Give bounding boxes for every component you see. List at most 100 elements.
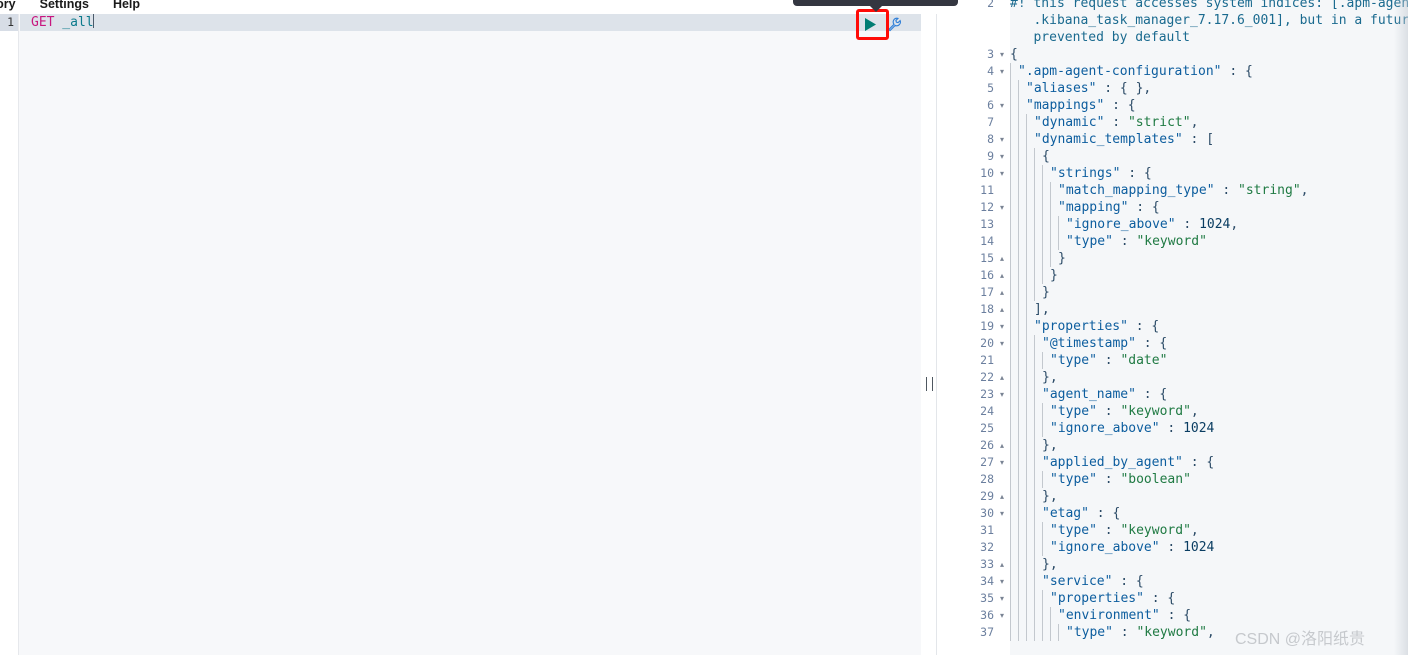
fold-open-icon[interactable]: ▾ <box>994 505 1010 522</box>
response-code-line: 28 "type" : "boolean" <box>937 471 1408 488</box>
response-code-text: }, <box>1010 437 1408 454</box>
fold-close-icon[interactable]: ▴ <box>994 488 1010 505</box>
response-pane[interactable]: 2 #! this request accesses system indices… <box>937 0 1408 655</box>
fold-close-icon[interactable]: ▴ <box>994 250 1010 267</box>
fold-open-icon[interactable]: ▾ <box>994 590 1010 607</box>
response-code-text: "type" : "date" <box>1010 352 1408 369</box>
indent-guide <box>1010 573 1018 590</box>
response-code-line: 29 ▴}, <box>937 488 1408 505</box>
fold-close-icon[interactable]: ▴ <box>994 437 1010 454</box>
response-code-text: ".apm-agent-configuration" : { <box>1010 63 1408 80</box>
fold-close-icon[interactable]: ▴ <box>994 556 1010 573</box>
fold-open-icon[interactable]: ▾ <box>994 199 1010 216</box>
response-code-line: 2 #! this request accesses system indices… <box>937 0 1408 12</box>
http-method-token: GET <box>31 15 55 30</box>
response-code-line: 11 "match_mapping_type" : "string", <box>937 182 1408 199</box>
fold-open-icon[interactable]: ▾ <box>994 148 1010 165</box>
fold-open-icon[interactable]: ▾ <box>994 46 1010 63</box>
response-line-number <box>937 29 994 46</box>
response-code-line: 6 ▾ "mappings" : { <box>937 97 1408 114</box>
indent-guide <box>1018 216 1026 233</box>
indent-guide <box>1018 131 1026 148</box>
panel-resize-handle[interactable] <box>926 377 933 391</box>
indent-guide <box>1018 573 1026 590</box>
fold-open-icon[interactable]: ▾ <box>994 318 1010 335</box>
fold-placeholder <box>994 0 1010 12</box>
fold-close-icon[interactable]: ▴ <box>994 284 1010 301</box>
fold-open-icon[interactable]: ▾ <box>994 165 1010 182</box>
indent-guide <box>1026 539 1034 556</box>
indent-guide <box>1018 182 1026 199</box>
fold-open-icon[interactable]: ▾ <box>994 97 1010 114</box>
fold-open-icon[interactable]: ▾ <box>994 573 1010 590</box>
response-code-text: .kibana_task_manager_7.17.6_001], but in… <box>1010 12 1408 29</box>
response-code-line: prevented by default <box>937 29 1408 46</box>
indent-guide <box>1018 301 1026 318</box>
fold-close-icon[interactable]: ▴ <box>994 369 1010 386</box>
indent-guide <box>1050 199 1058 216</box>
response-code-text: "type" : "keyword" <box>1010 233 1408 250</box>
panel-divider[interactable] <box>921 14 937 655</box>
fold-placeholder <box>994 12 1010 29</box>
indent-guide <box>1042 624 1050 641</box>
fold-open-icon[interactable]: ▾ <box>994 454 1010 471</box>
indent-guide <box>1026 250 1034 267</box>
indent-guide <box>1034 233 1042 250</box>
fold-open-icon[interactable]: ▾ <box>994 335 1010 352</box>
fold-placeholder <box>994 216 1010 233</box>
response-code-text: "service" : { <box>1010 573 1408 590</box>
response-code-text: }, <box>1010 488 1408 505</box>
indent-guide <box>1010 284 1018 301</box>
response-line-number: 37 <box>937 624 994 641</box>
fold-close-icon[interactable]: ▴ <box>994 301 1010 318</box>
fold-placeholder <box>994 114 1010 131</box>
indent-guide <box>1010 471 1018 488</box>
indent-guide <box>1026 420 1034 437</box>
menu-item-settings[interactable]: Settings <box>28 0 101 14</box>
fold-open-icon[interactable]: ▾ <box>994 63 1010 80</box>
indent-guide <box>1018 284 1026 301</box>
menu-item-help[interactable]: Help <box>101 0 152 14</box>
editor-actions <box>862 16 902 33</box>
wrench-icon[interactable] <box>886 16 902 33</box>
response-code-line: 27 ▾ "applied_by_agent" : { <box>937 454 1408 471</box>
response-code-text: }, <box>1010 369 1408 386</box>
response-code-line: 30 ▾ "etag" : { <box>937 505 1408 522</box>
response-code-text: "agent_name" : { <box>1010 386 1408 403</box>
indent-guide <box>1010 437 1018 454</box>
response-code-text: } <box>1010 284 1408 301</box>
indent-guide <box>1026 352 1034 369</box>
response-line-number: 30 <box>937 505 994 522</box>
indent-guide <box>1042 267 1050 284</box>
response-code-line: 7 "dynamic" : "strict", <box>937 114 1408 131</box>
fold-close-icon[interactable]: ▴ <box>994 267 1010 284</box>
indent-guide <box>1018 335 1026 352</box>
indent-guide <box>1018 233 1026 250</box>
response-code-text: #! this request accesses system indices:… <box>1010 0 1408 12</box>
response-code-line: 19 ▾ "properties" : { <box>937 318 1408 335</box>
indent-guide <box>1050 250 1058 267</box>
indent-guide <box>1042 539 1050 556</box>
indent-guide <box>1042 165 1050 182</box>
indent-guide <box>1050 182 1058 199</box>
response-code-line: 14 "type" : "keyword" <box>937 233 1408 250</box>
send-request-button[interactable] <box>862 16 879 33</box>
response-code-line: 13 "ignore_above" : 1024, <box>937 216 1408 233</box>
response-line-number: 3 <box>937 46 994 63</box>
fold-open-icon[interactable]: ▾ <box>994 607 1010 624</box>
fold-open-icon[interactable]: ▾ <box>994 131 1010 148</box>
request-editor-code[interactable]: GET _all <box>20 14 921 31</box>
indent-guide <box>1018 318 1026 335</box>
console-app: tory Settings Help 1 GET _all <box>0 0 1408 655</box>
indent-guide <box>1018 505 1026 522</box>
response-line-number: 13 <box>937 216 994 233</box>
indent-guide <box>1042 199 1050 216</box>
fold-open-icon[interactable]: ▾ <box>994 386 1010 403</box>
response-code-line: 23 ▾ "agent_name" : { <box>937 386 1408 403</box>
request-editor-pane[interactable]: 1 GET _all <box>0 14 921 655</box>
handle-bar-left <box>926 377 927 391</box>
response-code-line: 12 ▾ "mapping" : { <box>937 199 1408 216</box>
response-line-number: 20 <box>937 335 994 352</box>
menu-item-history[interactable]: tory <box>0 0 28 14</box>
response-code-line: 37 "type" : "keyword", <box>937 624 1408 641</box>
